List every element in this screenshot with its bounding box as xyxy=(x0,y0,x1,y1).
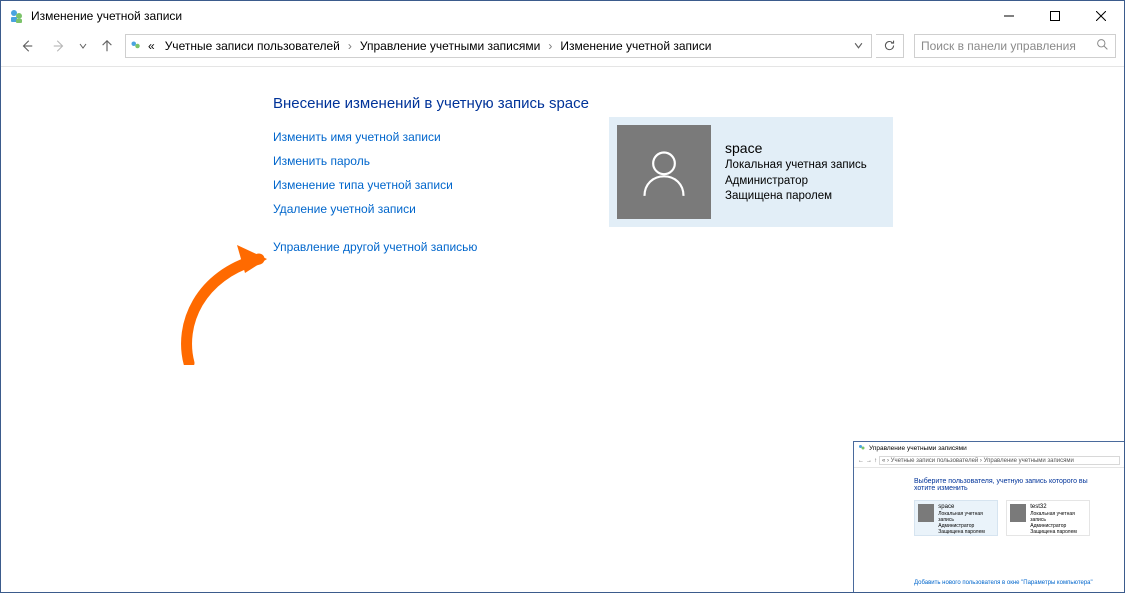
minimize-button[interactable] xyxy=(986,1,1032,31)
search-input[interactable]: Поиск в панели управления xyxy=(914,34,1116,58)
thumbnail-title: Управление учетными записями xyxy=(869,445,967,452)
forward-button[interactable] xyxy=(45,34,73,58)
close-button[interactable] xyxy=(1078,1,1124,31)
window-controls xyxy=(986,1,1124,31)
thumbnail-footer-link[interactable]: Добавить нового пользователя в окне "Пар… xyxy=(914,580,1093,586)
breadcrumb-item[interactable]: Управление учетными записями xyxy=(356,39,544,53)
account-name: space xyxy=(725,139,867,158)
thumbnail-window: Управление учетными записями ←→↑ « › Уче… xyxy=(853,441,1125,593)
user-icon xyxy=(638,146,690,198)
breadcrumb-prefix: « xyxy=(144,39,159,53)
account-kind: Локальная учетная запись xyxy=(725,158,867,174)
breadcrumb-item[interactable]: Изменение учетной записи xyxy=(556,39,715,53)
thumbnail-user-name: test32 xyxy=(1030,504,1086,511)
search-placeholder: Поиск в панели управления xyxy=(921,39,1096,53)
thumbnail-breadcrumb: « › Учетные записи пользователей › Управ… xyxy=(879,456,1120,465)
recent-locations-button[interactable] xyxy=(77,39,89,53)
control-panel-window: Изменение учетной записи « Учетные запис… xyxy=(0,0,1125,593)
annotation-arrow-icon xyxy=(171,245,291,365)
avatar xyxy=(1010,504,1026,522)
thumbnail-user-name: space xyxy=(938,504,994,511)
back-button[interactable] xyxy=(13,34,41,58)
breadcrumb-item[interactable]: Учетные записи пользователей xyxy=(161,39,344,53)
thumbnail-user-tile[interactable]: space Локальная учетная запись Администр… xyxy=(914,500,998,536)
maximize-button[interactable] xyxy=(1032,1,1078,31)
chevron-right-icon: › xyxy=(546,39,554,53)
content-area: Внесение изменений в учетную запись spac… xyxy=(1,67,1124,254)
user-accounts-icon xyxy=(130,40,142,52)
user-accounts-icon xyxy=(858,444,866,452)
manage-other-account-link[interactable]: Управление другой учетной записью xyxy=(273,240,1124,254)
thumbnail-user-tile[interactable]: test32 Локальная учетная запись Админист… xyxy=(1006,500,1090,536)
navigation-bar: « Учетные записи пользователей › Управле… xyxy=(1,31,1124,67)
user-accounts-icon xyxy=(9,8,25,24)
page-heading: Внесение изменений в учетную запись spac… xyxy=(273,95,1124,112)
address-history-button[interactable] xyxy=(850,39,867,53)
up-button[interactable] xyxy=(93,34,121,58)
titlebar: Изменение учетной записи xyxy=(1,1,1124,31)
account-card: space Локальная учетная запись Администр… xyxy=(609,117,893,227)
avatar xyxy=(918,504,934,522)
address-bar[interactable]: « Учетные записи пользователей › Управле… xyxy=(125,34,872,58)
account-protection: Защищена паролем xyxy=(725,189,867,205)
thumbnail-navbar: ←→↑ « › Учетные записи пользователей › У… xyxy=(854,454,1124,468)
thumbnail-titlebar: Управление учетными записями xyxy=(854,442,1124,454)
thumbnail-heading: Выберите пользователя, учетную запись ко… xyxy=(914,478,1110,492)
account-details: space Локальная учетная запись Администр… xyxy=(725,125,867,219)
avatar xyxy=(617,125,711,219)
search-icon xyxy=(1096,38,1109,54)
refresh-button[interactable] xyxy=(876,34,904,58)
window-title: Изменение учетной записи xyxy=(31,9,986,23)
chevron-right-icon: › xyxy=(346,39,354,53)
account-role: Администратор xyxy=(725,174,867,190)
